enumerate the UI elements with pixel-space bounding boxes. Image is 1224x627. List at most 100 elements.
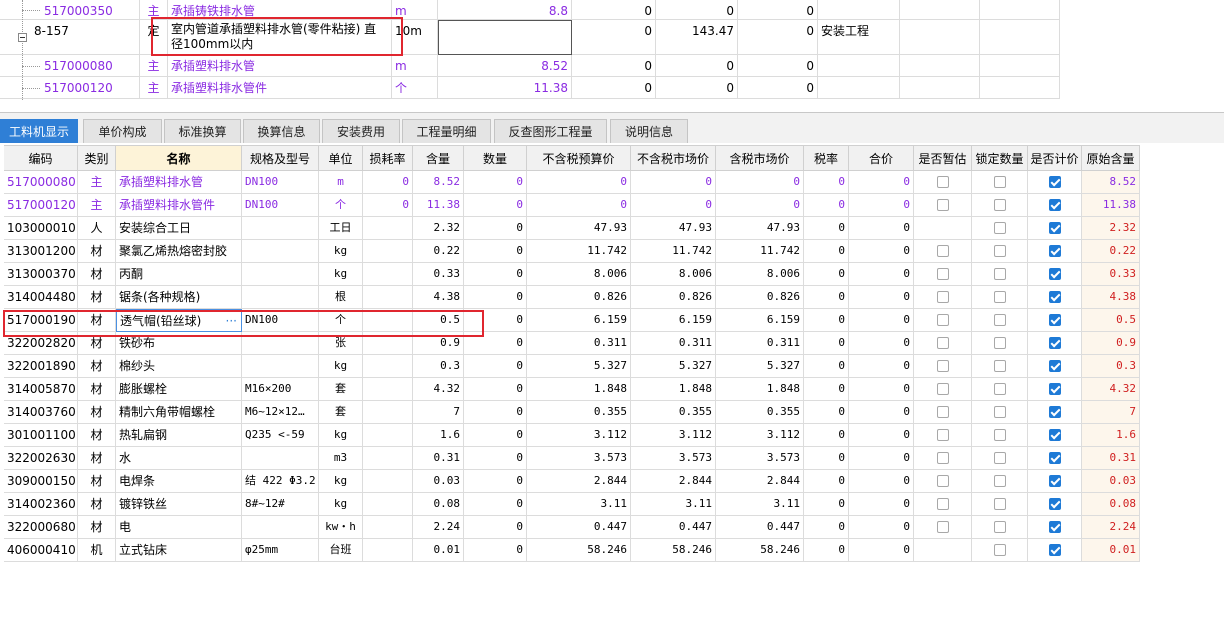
column-header-p1[interactable]: 不含税预算价 <box>527 145 631 171</box>
cell-total: 0 <box>849 493 914 516</box>
checkbox[interactable] <box>1048 521 1061 533</box>
table-row[interactable]: 313000370 材丙酮 kg 0.33 0 8.006 8.006 8.006 0 0 0.33 <box>4 263 1140 286</box>
checkbox[interactable] <box>1048 337 1061 349</box>
tab-0[interactable]: 工料机显示 <box>0 119 78 143</box>
table-row[interactable]: 517000190 材透气帽(铅丝球) ··· DN100 个 0.5 0 6.159 6.15… <box>4 309 1140 332</box>
checkbox[interactable] <box>1048 498 1061 510</box>
table-row[interactable]: 322002820 材铁砂布张 0.9 0 0.311 0.311 0.311 0 0 0.9 <box>4 332 1140 355</box>
tab-2[interactable]: 标准换算 <box>164 119 241 143</box>
column-header-content[interactable]: 含量 <box>413 145 464 171</box>
quota-row[interactable]: 8-157 定室内管道承插塑料排水管(零件粘接) 直径100mm以内 10m 0 143… <box>0 20 1224 55</box>
checkbox[interactable] <box>936 268 949 280</box>
checkbox[interactable] <box>936 245 949 257</box>
more-options-icon[interactable]: ··· <box>226 310 237 331</box>
checkbox[interactable] <box>936 498 949 510</box>
table-row[interactable]: 314005870 材膨胀螺栓 M16×200 套 4.32 0 1.848 1.848 1.8… <box>4 378 1140 401</box>
column-header-spec[interactable]: 规格及型号 <box>242 145 319 171</box>
column-header-lock[interactable]: 锁定数量 <box>972 145 1028 171</box>
checkbox[interactable] <box>936 452 949 464</box>
column-header-p2[interactable]: 不含税市场价 <box>631 145 716 171</box>
checkbox[interactable] <box>1048 383 1061 395</box>
column-header-name[interactable]: 名称 <box>116 145 242 171</box>
checkbox[interactable] <box>993 360 1006 372</box>
checkbox[interactable] <box>1048 268 1061 280</box>
checkbox[interactable] <box>1048 475 1061 487</box>
checkbox[interactable] <box>936 337 949 349</box>
checkbox[interactable] <box>936 383 949 395</box>
column-header-unit[interactable]: 单位 <box>319 145 363 171</box>
checkbox[interactable] <box>1048 176 1061 188</box>
checkbox[interactable] <box>1048 199 1061 211</box>
checkbox[interactable] <box>993 498 1006 510</box>
tab-6[interactable]: 反查图形工程量 <box>494 119 607 143</box>
column-header-est[interactable]: 是否暂估 <box>914 145 972 171</box>
table-row[interactable]: 313001200 材聚氯乙烯热熔密封胶 kg 0.22 0 11.742 11.742 11… <box>4 240 1140 263</box>
column-header-code[interactable]: 编码 <box>4 145 78 171</box>
cell-price <box>1028 171 1082 194</box>
checkbox[interactable] <box>936 176 949 188</box>
table-row[interactable]: 322002630 材水 m3 0.31 0 3.573 3.573 3.573 0 0 0.31 <box>4 447 1140 470</box>
checkbox[interactable] <box>936 406 949 418</box>
cell-name[interactable]: 透气帽(铅丝球) ··· <box>116 309 242 332</box>
checkbox[interactable] <box>1048 452 1061 464</box>
checkbox[interactable] <box>1048 360 1061 372</box>
table-row[interactable]: 314004480 材锯条(各种规格) 根 4.38 0 0.826 0.826 0.826 0… <box>4 286 1140 309</box>
checkbox[interactable] <box>993 452 1006 464</box>
table-row[interactable]: 322000680 材电 kw・h 2.24 0 0.447 0.447 0.447 0 0 2.2… <box>4 516 1140 539</box>
quota-row[interactable]: 517000080 主承插塑料排水管 m 8.52 0 0 0 <box>0 55 1224 77</box>
table-row[interactable]: 314002360 材镀锌铁丝 8#~12# kg 0.08 0 3.11 3.11 3.11 0… <box>4 493 1140 516</box>
column-header-tax[interactable]: 税率 <box>804 145 849 171</box>
column-header-p3[interactable]: 含税市场价 <box>716 145 804 171</box>
checkbox[interactable] <box>936 429 949 441</box>
checkbox[interactable] <box>993 176 1006 188</box>
checkbox[interactable] <box>993 291 1006 303</box>
checkbox[interactable] <box>993 337 1006 349</box>
tab-1[interactable]: 单价构成 <box>83 119 162 143</box>
checkbox[interactable] <box>1048 222 1061 234</box>
checkbox[interactable] <box>1048 429 1061 441</box>
checkbox[interactable] <box>1048 544 1061 556</box>
table-row[interactable]: 517000120 主承插塑料排水管件 DN100 个 0 11.38 0 0 0 0 0 0 11.3… <box>4 194 1140 217</box>
checkbox[interactable] <box>993 222 1006 234</box>
checkbox[interactable] <box>1048 291 1061 303</box>
checkbox[interactable] <box>993 544 1006 556</box>
checkbox[interactable] <box>993 521 1006 533</box>
quota-row[interactable]: 517000120 主承插塑料排水管件个 11.38 0 0 0 <box>0 77 1224 99</box>
tab-4[interactable]: 安装费用 <box>322 119 400 143</box>
table-row[interactable]: 314003760 材精制六角带帽螺栓 M6~12×12… 套 7 0 0.355 0.355… <box>4 401 1140 424</box>
checkbox[interactable] <box>993 406 1006 418</box>
checkbox[interactable] <box>1048 314 1061 326</box>
checkbox[interactable] <box>1048 245 1061 257</box>
checkbox[interactable] <box>993 314 1006 326</box>
checkbox[interactable] <box>993 475 1006 487</box>
column-header-qty[interactable]: 数量 <box>464 145 527 171</box>
checkbox[interactable] <box>936 521 949 533</box>
checkbox[interactable] <box>1048 406 1061 418</box>
checkbox[interactable] <box>936 291 949 303</box>
checkbox[interactable] <box>936 475 949 487</box>
checkbox[interactable] <box>936 199 949 211</box>
table-row[interactable]: 406000410 机立式钻床 φ25mm 台班 0.01 0 58.246 58.246 58… <box>4 539 1140 562</box>
checkbox[interactable] <box>993 268 1006 280</box>
tab-7[interactable]: 说明信息 <box>610 119 688 143</box>
column-header-orig[interactable]: 原始含量 <box>1082 145 1140 171</box>
table-row[interactable]: 517000080 主承插塑料排水管 DN100 m 0 8.52 0 0 0 0 0 0 8.52 <box>4 171 1140 194</box>
column-header-loss[interactable]: 损耗率 <box>363 145 413 171</box>
table-row[interactable]: 103000010 人安装综合工日 工日 2.32 0 47.93 47.93 47.93 0 0… <box>4 217 1140 240</box>
checkbox[interactable] <box>936 314 949 326</box>
table-row[interactable]: 322001890 材棉纱头 kg 0.3 0 5.327 5.327 5.327 0 0 0.3 <box>4 355 1140 378</box>
tab-3[interactable]: 换算信息 <box>243 119 320 143</box>
table-row[interactable]: 309000150 材电焊条结 422 Φ3.2 kg 0.03 0 2.844 2.844… <box>4 470 1140 493</box>
quota-row[interactable]: 517000350 主承插铸铁排水管 m 8.8 0 0 0 <box>0 0 1224 20</box>
table-row[interactable]: 301001100 材热轧扁钢 Q235 <-59 kg 1.6 0 3.112 3.112 3… <box>4 424 1140 447</box>
checkbox[interactable] <box>993 383 1006 395</box>
column-header-total[interactable]: 合价 <box>849 145 914 171</box>
checkbox[interactable] <box>993 245 1006 257</box>
checkbox[interactable] <box>993 429 1006 441</box>
checkbox[interactable] <box>993 199 1006 211</box>
tree-collapse-icon[interactable] <box>18 33 27 42</box>
tab-5[interactable]: 工程量明细 <box>402 119 491 143</box>
column-header-type[interactable]: 类别 <box>78 145 116 171</box>
checkbox[interactable] <box>936 360 949 372</box>
column-header-price[interactable]: 是否计价 <box>1028 145 1082 171</box>
